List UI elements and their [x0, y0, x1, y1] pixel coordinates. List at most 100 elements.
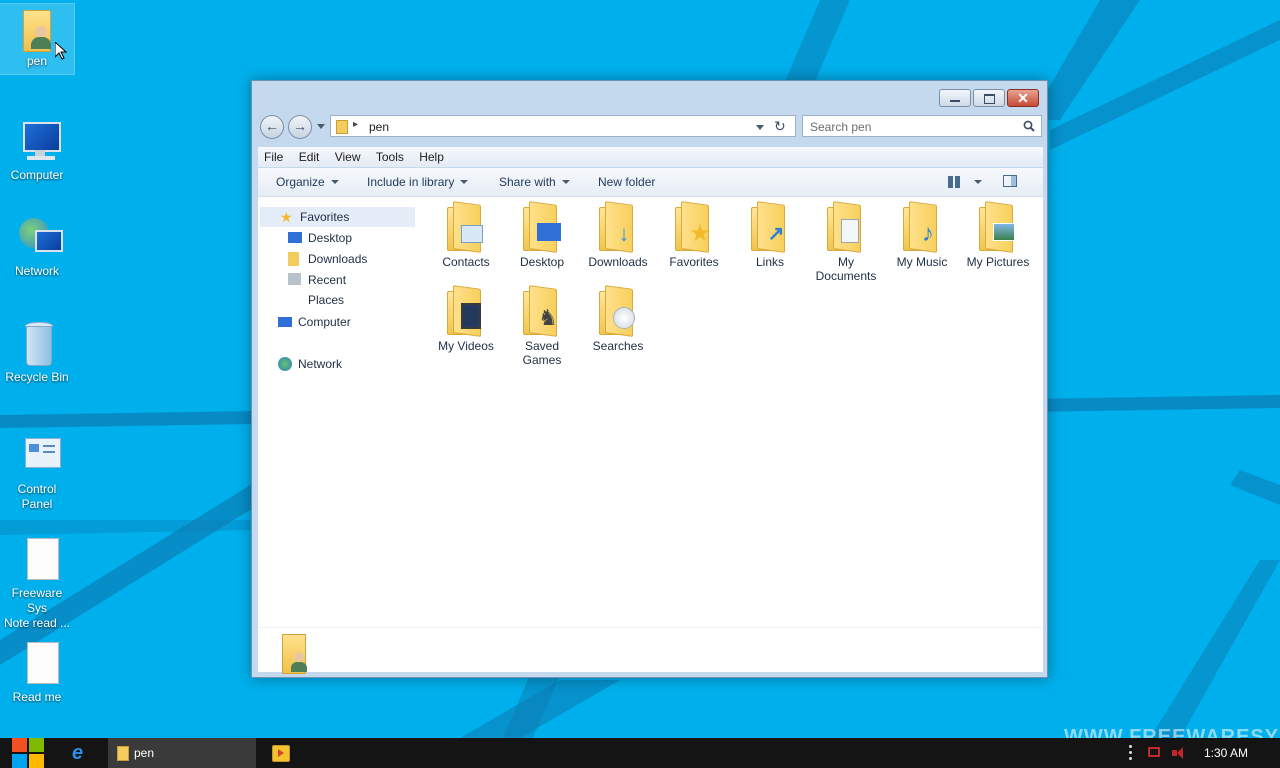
desktop-folder-icon	[521, 201, 563, 253]
folder-small-icon	[117, 746, 129, 761]
folder-label: My Documents	[815, 255, 877, 283]
taskbar-item-label: pen	[134, 746, 155, 760]
desktop-icon-read-me[interactable]: Read me	[0, 640, 74, 704]
address-dropdown-icon[interactable]	[756, 125, 764, 130]
menu-tools[interactable]: Tools	[370, 147, 410, 164]
folder-item-my-pictures[interactable]: My Pictures	[960, 201, 1036, 269]
details-pane	[258, 627, 1043, 674]
desktop-icon-computer[interactable]: Computer	[0, 118, 74, 182]
network-icon	[13, 214, 63, 262]
organize-button[interactable]: Organize	[276, 175, 339, 189]
preview-pane-button[interactable]	[1003, 175, 1017, 187]
document-icon	[13, 536, 61, 584]
folder-label: Downloads	[588, 255, 648, 269]
close-icon: ✕	[1017, 90, 1029, 106]
address-bar[interactable]: ▸ pen ↻	[330, 115, 796, 137]
folder-label: Desktop	[519, 255, 565, 269]
media-player-button[interactable]	[272, 738, 290, 768]
folder-item-favorites[interactable]: ★ Favorites	[656, 201, 732, 269]
downloads-folder-icon: ↓	[597, 201, 639, 253]
internet-explorer-button[interactable]: e	[70, 738, 92, 768]
folder-item-saved-games[interactable]: ♞ Saved Games	[504, 285, 580, 367]
include-in-library-label: Include in library	[367, 175, 455, 189]
volume-muted-icon[interactable]	[1172, 745, 1186, 761]
preview-pane-icon	[1011, 176, 1016, 186]
back-arrow-icon: ←	[265, 118, 279, 134]
command-bar: Organize Include in library Share with N…	[258, 168, 1043, 197]
taskbar-item-pen[interactable]: pen	[108, 738, 256, 768]
folder-item-my-documents[interactable]: My Documents	[808, 201, 884, 283]
desktop-icon-label: Read me	[12, 690, 62, 704]
user-folder-icon	[280, 634, 310, 674]
breadcrumb-chevron-icon: ▸	[353, 119, 359, 130]
desktop-icon-control-panel[interactable]: Control Panel	[0, 432, 74, 512]
menu-edit[interactable]: Edit	[293, 147, 326, 164]
maximize-icon	[984, 94, 995, 104]
videos-folder-icon	[445, 285, 487, 337]
close-button[interactable]: ✕	[1007, 89, 1039, 107]
refresh-icon[interactable]: ↻	[774, 118, 786, 135]
recycle-bin-icon	[13, 320, 61, 368]
folder-label: Contacts	[442, 255, 490, 269]
folder-item-links[interactable]: ↗ Links	[732, 201, 808, 269]
menu-help[interactable]: Help	[413, 147, 450, 164]
folder-item-downloads[interactable]: ↓ Downloads	[580, 201, 656, 269]
menu-file[interactable]: File	[258, 147, 289, 164]
saved-games-folder-icon: ♞	[521, 285, 563, 337]
minimize-icon	[950, 100, 960, 102]
minimize-button[interactable]	[939, 89, 971, 107]
search-placeholder: Search pen	[810, 120, 872, 134]
network-icon	[278, 357, 292, 371]
mouse-cursor-icon	[55, 42, 67, 60]
forward-button[interactable]: →	[288, 115, 312, 139]
new-folder-label: New folder	[598, 175, 656, 189]
breadcrumb-pen[interactable]: pen	[369, 120, 389, 134]
desktop-icon-pen[interactable]: pen	[0, 3, 75, 75]
folder-item-contacts[interactable]: Contacts	[428, 201, 504, 269]
chevron-down-icon	[460, 180, 469, 184]
folder-label: Links	[755, 255, 784, 269]
search-icon	[1023, 120, 1035, 132]
folder-label: Favorites	[669, 255, 719, 269]
contacts-folder-icon	[445, 201, 487, 253]
tray-overflow-icon[interactable]	[1128, 745, 1134, 761]
desktop-icon-label: Freeware Sys Note read ...	[3, 586, 71, 630]
clock[interactable]: 1:30 AM	[1204, 746, 1248, 760]
recent-pages-dropdown[interactable]	[317, 124, 325, 129]
downloads-folder-icon	[288, 252, 299, 266]
explorer-window: ✕ ← → ▸ pen ↻ Search pen File Edit View	[251, 80, 1048, 678]
address-row: ← → ▸ pen ↻ Search pen	[260, 115, 1042, 139]
pictures-folder-icon	[977, 201, 1019, 253]
network-status-icon[interactable]	[1148, 745, 1162, 761]
maximize-button[interactable]	[973, 89, 1005, 107]
desktop-icon	[288, 232, 302, 243]
star-icon: ★	[280, 209, 293, 225]
start-button[interactable]	[10, 738, 44, 768]
folder-item-searches[interactable]: Searches	[580, 285, 656, 353]
document-icon	[13, 640, 61, 688]
chevron-down-icon	[561, 180, 570, 184]
folder-label: My Music	[896, 255, 948, 269]
folder-item-my-videos[interactable]: My Videos	[428, 285, 504, 353]
desktop-icon-freeware-note[interactable]: Freeware Sys Note read ...	[0, 536, 74, 631]
folder-item-my-music[interactable]: ♪ My Music	[884, 201, 960, 269]
folder-label: My Pictures	[966, 255, 1030, 269]
folder-item-desktop[interactable]: Desktop	[504, 201, 580, 269]
forward-arrow-icon: →	[293, 118, 307, 134]
media-player-icon	[272, 745, 290, 762]
share-with-button[interactable]: Share with	[499, 175, 570, 189]
taskbar: e pen 1:30 AM	[0, 738, 1280, 768]
include-in-library-button[interactable]: Include in library	[367, 175, 469, 189]
links-folder-icon: ↗	[749, 201, 791, 253]
search-input[interactable]: Search pen	[802, 115, 1042, 137]
change-view-button[interactable]	[948, 174, 988, 190]
desktop-icon-recycle-bin[interactable]: Recycle Bin	[0, 320, 74, 384]
chevron-down-icon	[330, 180, 339, 184]
documents-folder-icon	[825, 201, 867, 253]
menu-view[interactable]: View	[329, 147, 367, 164]
desktop-icon-network[interactable]: Network	[0, 214, 74, 278]
folder-small-icon	[336, 120, 348, 134]
music-folder-icon: ♪	[901, 201, 943, 253]
new-folder-button[interactable]: New folder	[598, 175, 655, 189]
back-button[interactable]: ←	[260, 115, 284, 139]
